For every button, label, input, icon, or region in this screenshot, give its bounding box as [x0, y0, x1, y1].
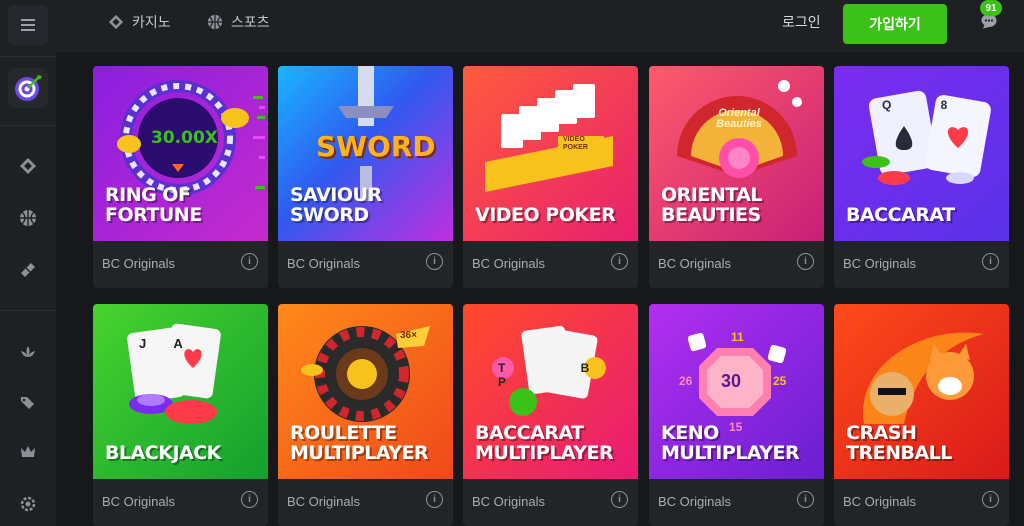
signup-button[interactable]: 가입하기 [843, 4, 947, 44]
game-card-blackjack[interactable]: J A BLACKJACK BC Originals i [93, 304, 268, 526]
game-title: CRASH TRENBALL [846, 422, 952, 464]
game-title: KENO MULTIPLAYER [661, 422, 800, 464]
game-thumbnail[interactable]: SWORD SAVIOUR SWORD [278, 66, 453, 241]
sidebar-item-casino[interactable] [8, 146, 48, 186]
sidebar-item-vip[interactable] [8, 432, 48, 472]
sidebar-item-promotions[interactable] [8, 332, 48, 372]
ball-letters: T B P [498, 361, 590, 389]
multiplier-text: 30.00X [151, 128, 218, 148]
info-icon[interactable]: i [241, 491, 258, 508]
nav-tab-label: 카지노 [132, 14, 171, 30]
game-thumbnail[interactable]: T B P BACCARAT MULTIPLAYER [463, 304, 638, 479]
game-card-saviour-sword[interactable]: SWORD SAVIOUR SWORD BC Originals i [278, 66, 453, 288]
sidebar-item-sports[interactable] [8, 198, 48, 238]
nav-tab-sports[interactable]: 스포츠 [207, 0, 270, 44]
logo-text: VIDEO POKER [563, 136, 588, 151]
game-provider: BC Originals [287, 494, 360, 509]
keno-number: 11 [731, 330, 744, 344]
info-icon[interactable]: i [241, 253, 258, 270]
game-thumbnail[interactable]: Q 8 BACCARAT [834, 66, 1009, 241]
menu-icon [21, 19, 35, 31]
game-provider: BC Originals [102, 256, 175, 271]
info-icon[interactable]: i [426, 491, 443, 508]
info-icon[interactable]: i [797, 253, 814, 270]
game-thumbnail[interactable]: J A BLACKJACK [93, 304, 268, 479]
tags-icon [21, 397, 34, 409]
card-text: J A [139, 336, 183, 351]
sidebar-divider [0, 125, 56, 126]
game-thumbnail[interactable]: 36× ROULETTE MULTIPLAYER [278, 304, 453, 479]
game-thumbnail[interactable]: 30 11 26 25 15 KENO MULTIPLAYER [649, 304, 824, 479]
sidebar-item-settings[interactable] [8, 484, 48, 524]
game-provider: BC Originals [658, 256, 731, 271]
menu-button[interactable] [8, 5, 48, 45]
game-provider: BC Originals [102, 494, 175, 509]
sidebar [0, 0, 56, 526]
game-title: VIDEO POKER [475, 204, 616, 226]
game-card-baccarat[interactable]: Q 8 BACCARAT BC Originals i [834, 66, 1009, 288]
sports-icon [207, 14, 223, 30]
multiplier-text: 36× [400, 330, 417, 341]
keno-number: 25 [773, 374, 787, 388]
sidebar-item-lottery[interactable] [8, 250, 48, 290]
casino-icon [20, 158, 36, 174]
sidebar-divider [0, 56, 56, 57]
info-icon[interactable]: i [426, 253, 443, 270]
login-button[interactable]: 로그인 [782, 0, 821, 44]
game-provider: BC Originals [843, 256, 916, 271]
game-thumbnail[interactable]: 30.00X RING OF FORTUNE [93, 66, 268, 241]
game-title: ORIENTAL BEAUTIES [661, 184, 763, 226]
game-provider: BC Originals [658, 494, 731, 509]
nav-tab-casino[interactable]: 카지노 [108, 0, 171, 44]
sidebar-divider [0, 310, 56, 311]
game-title: RING OF FORTUNE [105, 184, 202, 226]
casino-icon [108, 14, 124, 30]
game-title: ROULETTE MULTIPLAYER [290, 422, 429, 464]
sidebar-item-bonus[interactable] [8, 382, 48, 422]
game-card-oriental-beauties[interactable]: Oriental Beauties ORIENTAL BEAUTIES BC O… [649, 66, 824, 288]
game-card-keno-multiplayer[interactable]: 30 11 26 25 15 KENO MULTIPLAYER BC Origi… [649, 304, 824, 526]
game-card-baccarat-multiplayer[interactable]: T B P BACCARAT MULTIPLAYER BC Originals … [463, 304, 638, 526]
sidebar-item-originals[interactable] [8, 68, 48, 108]
logo-text: Oriental Beauties [716, 107, 762, 130]
game-title: BLACKJACK [105, 442, 221, 464]
nav-tab-label: 스포츠 [231, 14, 270, 30]
game-thumbnail[interactable]: CRASH TRENBALL [834, 304, 1009, 479]
info-icon[interactable]: i [982, 253, 999, 270]
chat-notification-badge: 91 [980, 0, 1002, 16]
game-provider: BC Originals [472, 494, 545, 509]
ticket-icon [21, 263, 35, 277]
game-title: BACCARAT MULTIPLAYER [475, 422, 614, 464]
info-icon[interactable]: i [611, 253, 628, 270]
game-provider: BC Originals [287, 256, 360, 271]
game-title: SAVIOUR SWORD [290, 184, 382, 226]
info-icon[interactable]: i [611, 491, 628, 508]
game-thumbnail[interactable]: Oriental Beauties ORIENTAL BEAUTIES [649, 66, 824, 241]
game-card-roulette-multiplayer[interactable]: 36× ROULETTE MULTIPLAYER BC Originals i [278, 304, 453, 526]
game-thumbnail[interactable]: VIDEO POKER VIDEO POKER [463, 66, 638, 241]
game-title: BACCARAT [846, 204, 955, 226]
game-card-ring-of-fortune[interactable]: 30.00X RING OF FORTUNE BC Originals i [93, 66, 268, 288]
lotus-icon [21, 346, 35, 357]
sports-icon [20, 210, 36, 226]
game-card-crash-trenball[interactable]: CRASH TRENBALL BC Originals i [834, 304, 1009, 526]
info-icon[interactable]: i [982, 491, 999, 508]
logo-text: SWORD [316, 130, 436, 163]
keno-main-number: 30 [721, 371, 742, 391]
crown-icon [21, 446, 35, 457]
info-icon[interactable]: i [797, 491, 814, 508]
keno-number: 26 [679, 374, 693, 388]
game-provider: BC Originals [472, 256, 545, 271]
card-text: Q 8 [882, 98, 948, 112]
game-card-video-poker[interactable]: VIDEO POKER VIDEO POKER BC Originals i [463, 66, 638, 288]
dartboard-icon [15, 75, 42, 101]
top-bar: 카지노 스포츠 로그인 가입하기 91 [56, 0, 1024, 52]
settings-icon [20, 496, 36, 512]
game-provider: BC Originals [843, 494, 916, 509]
